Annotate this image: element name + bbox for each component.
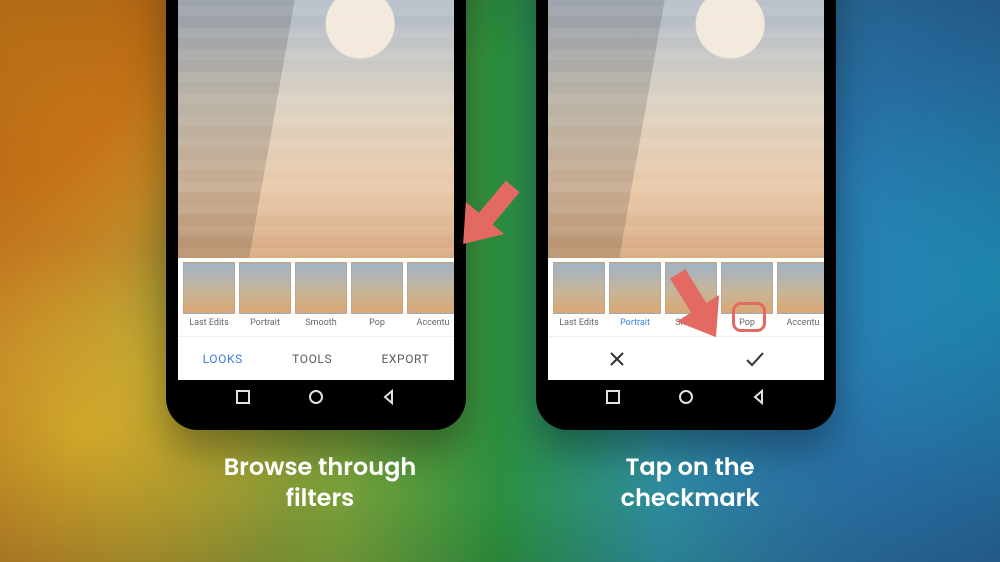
- filter-item[interactable]: Last Edits: [552, 262, 606, 328]
- filter-label: Last Edits: [559, 318, 598, 328]
- edited-photo-preview[interactable]: [178, 0, 454, 258]
- tutorial-stage: Last Edits Portrait Smooth Pop Accentu: [0, 0, 1000, 562]
- tab-looks[interactable]: LOOKS: [193, 346, 253, 372]
- step-caption: Browse through filters: [190, 452, 450, 514]
- phone-mockup-right: Last Edits Portrait Smooth Pop Accentu: [536, 0, 836, 430]
- filter-thumbnail: [183, 262, 235, 314]
- phone-screen: Last Edits Portrait Smooth Pop Accentu: [178, 0, 454, 380]
- phone-mockup-left: Last Edits Portrait Smooth Pop Accentu: [166, 0, 466, 430]
- filter-item[interactable]: Last Edits: [182, 262, 236, 328]
- filter-thumbnail: [239, 262, 291, 314]
- step-caption: Tap on the checkmark: [560, 452, 820, 514]
- filter-item[interactable]: Pop: [350, 262, 404, 328]
- filter-strip[interactable]: Last Edits Portrait Smooth Pop Accentu: [178, 258, 454, 336]
- filter-label: Last Edits: [189, 318, 228, 328]
- filter-thumbnail: [407, 262, 454, 314]
- edited-photo-preview[interactable]: [548, 0, 824, 258]
- nav-home-icon[interactable]: [678, 389, 694, 409]
- filter-strip[interactable]: Last Edits Portrait Smooth Pop Accentu: [548, 258, 824, 336]
- filter-thumbnail: [351, 262, 403, 314]
- filter-label: Accentu: [787, 318, 820, 328]
- confirm-button[interactable]: [744, 349, 766, 369]
- cancel-button[interactable]: [607, 349, 627, 369]
- filter-item[interactable]: Smooth: [294, 262, 348, 328]
- nav-recent-icon[interactable]: [235, 389, 251, 409]
- nav-home-icon[interactable]: [308, 389, 324, 409]
- nav-back-icon[interactable]: [751, 389, 767, 409]
- nav-recent-icon[interactable]: [605, 389, 621, 409]
- phone-screen: Last Edits Portrait Smooth Pop Accentu: [548, 0, 824, 380]
- filter-item[interactable]: Smooth: [664, 262, 718, 328]
- android-nav-bar: [178, 380, 454, 418]
- caption-line: filters: [286, 482, 355, 515]
- filter-item[interactable]: Portrait: [238, 262, 292, 328]
- close-icon: [607, 349, 627, 369]
- filter-label: Portrait: [250, 318, 280, 328]
- filter-item[interactable]: Accentu: [776, 262, 824, 328]
- caption-line: checkmark: [621, 482, 760, 515]
- filter-thumbnail: [609, 262, 661, 314]
- confirm-bar: [548, 336, 824, 380]
- filter-thumbnail: [777, 262, 824, 314]
- tab-tools[interactable]: TOOLS: [282, 346, 342, 372]
- caption-line: Browse through: [224, 451, 416, 484]
- filter-thumbnail: [295, 262, 347, 314]
- bottom-tab-bar: LOOKS TOOLS EXPORT: [178, 336, 454, 380]
- filter-label: Pop: [369, 318, 385, 328]
- checkmark-icon: [744, 349, 766, 369]
- filter-thumbnail: [553, 262, 605, 314]
- filter-label: Pop: [739, 318, 755, 328]
- filter-item[interactable]: Portrait: [608, 262, 662, 328]
- filter-thumbnail: [665, 262, 717, 314]
- filter-item[interactable]: Accentu: [406, 262, 454, 328]
- filter-label: Accentu: [417, 318, 450, 328]
- filter-label: Smooth: [305, 318, 336, 328]
- filter-label: Portrait: [620, 318, 650, 328]
- tab-export[interactable]: EXPORT: [371, 346, 439, 372]
- filter-thumbnail: [721, 262, 773, 314]
- filter-item[interactable]: Pop: [720, 262, 774, 328]
- caption-line: Tap on the: [626, 451, 755, 484]
- filter-label: Smooth: [675, 318, 706, 328]
- nav-back-icon[interactable]: [381, 389, 397, 409]
- android-nav-bar: [548, 380, 824, 418]
